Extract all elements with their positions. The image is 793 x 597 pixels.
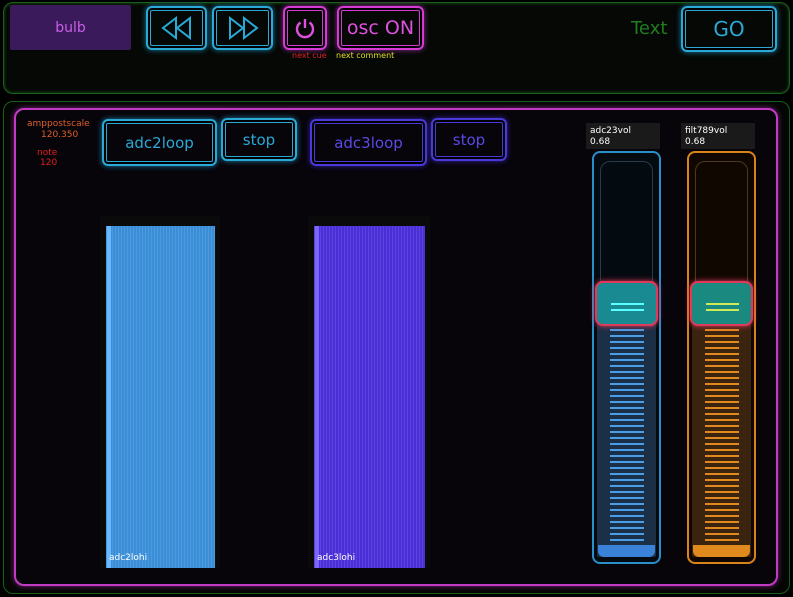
next-cue-label: next cue (292, 51, 327, 60)
adc3-meter-edge (315, 226, 319, 568)
adc2-meter-edge (107, 226, 111, 568)
adc23vol-base (598, 545, 655, 557)
filt789vol-handle-line1 (706, 303, 739, 305)
stop-label-2: stop (452, 130, 486, 149)
filt789vol-rungs (705, 329, 739, 541)
adc3-meter-bar (314, 226, 425, 568)
bulb-label: bulb (55, 19, 86, 36)
rewind-button[interactable] (146, 6, 207, 50)
filt789vol-base (693, 545, 750, 557)
fast-forward-icon (228, 16, 259, 40)
amppostscale-label: amppostscale (27, 119, 90, 129)
adc2-meter-bar (106, 226, 215, 568)
stop-button-2[interactable]: stop (431, 118, 507, 161)
power-button[interactable] (283, 6, 327, 50)
note-label: note (37, 148, 58, 158)
next-comment-label: next comment (336, 51, 395, 60)
adc23vol-handle-line1 (611, 303, 644, 305)
adc2-meter-label: adc2lohi (109, 553, 148, 563)
text-label: Text (631, 18, 668, 39)
filt789vol-handle-line2 (706, 309, 739, 311)
amppostscale-value: 120.350 (41, 130, 79, 140)
adc3loop-button[interactable]: adc3loop (310, 119, 427, 166)
adc2loop-label: adc2loop (125, 133, 194, 152)
filt789vol-fader[interactable] (687, 151, 756, 564)
filt789vol-value: 0.68 (685, 137, 706, 147)
filt789vol-handle[interactable] (690, 281, 753, 326)
fast-forward-button[interactable] (212, 6, 273, 50)
go-button[interactable]: GO (681, 6, 777, 52)
adc23vol-rungs (610, 329, 644, 541)
adc23vol-fader[interactable] (592, 151, 661, 564)
note-value: 120 (40, 158, 58, 168)
adc23vol-label: adc23vol (590, 126, 631, 136)
stop-button-1[interactable]: stop (221, 118, 297, 161)
osc-toggle-button[interactable]: osc ON (337, 6, 424, 50)
adc3-meter-label: adc3lohi (317, 553, 356, 563)
adc23vol-handle[interactable] (595, 281, 658, 326)
go-label: GO (713, 17, 745, 41)
adc2loop-button[interactable]: adc2loop (102, 119, 217, 166)
adc3loop-label: adc3loop (334, 133, 403, 152)
adc23vol-handle-line2 (611, 309, 644, 311)
rewind-icon (160, 16, 191, 40)
stop-label-1: stop (242, 130, 276, 149)
bulb-button[interactable]: bulb (10, 5, 131, 50)
adc23vol-value: 0.68 (590, 137, 611, 147)
filt789vol-label: filt789vol (685, 126, 728, 136)
power-icon (295, 19, 315, 39)
osc-label: osc ON (346, 17, 415, 39)
